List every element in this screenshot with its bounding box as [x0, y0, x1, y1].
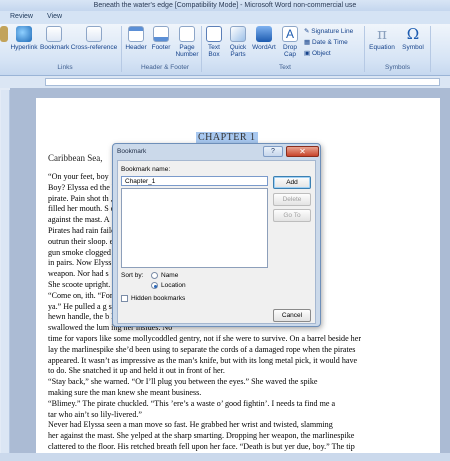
cross-reference-button[interactable]: Cross-reference: [69, 26, 119, 51]
header-footer-group-label: Header & Footer: [140, 64, 190, 71]
links-group-label: Links: [57, 64, 73, 71]
ribbon: Hyperlink Bookmark Cross-reference Links…: [0, 24, 450, 76]
go-to-button[interactable]: Go To: [273, 209, 311, 222]
wordart-icon: [256, 26, 272, 42]
window-title: Beneath the water's edge [Compatibility …: [0, 0, 450, 11]
bookmark-name-input[interactable]: Chapter_1: [121, 176, 268, 186]
omega-icon: Ω: [406, 25, 420, 43]
horizontal-ruler-bar: [0, 76, 450, 88]
vertical-ruler[interactable]: [1, 90, 10, 461]
text-line: her against the mast. She yelped at the …: [48, 431, 355, 441]
sort-by-label: Sort by:: [121, 272, 144, 279]
object-button[interactable]: ▣ Object: [304, 50, 362, 57]
group-divider: [430, 26, 431, 72]
date-time-button[interactable]: ▦ Date & Time: [304, 39, 362, 46]
pi-icon: π: [377, 25, 387, 43]
bookmark-list[interactable]: [121, 188, 268, 268]
cancel-button[interactable]: Cancel: [273, 309, 311, 322]
equation-button[interactable]: π Equation: [367, 26, 397, 51]
text-line: “Blimey.” The pirate chuckled. “This ’er…: [48, 398, 336, 408]
group-divider: [121, 26, 122, 72]
group-divider: [364, 26, 365, 72]
ribbon-tabs: Review View: [0, 11, 450, 24]
header-icon: [128, 26, 144, 42]
bookmark-button[interactable]: Bookmark: [40, 26, 69, 51]
sort-name-radio[interactable]: [151, 272, 158, 279]
bookmark-icon: [46, 26, 62, 42]
delete-button[interactable]: Delete: [273, 193, 311, 206]
sort-location-radio[interactable]: [151, 282, 158, 289]
hyperlink-button[interactable]: Hyperlink: [10, 26, 38, 51]
object-icon: ▣: [304, 50, 312, 57]
text-box-button[interactable]: Text Box: [204, 26, 224, 58]
tab-review[interactable]: Review: [10, 13, 33, 20]
cross-reference-icon: [86, 26, 102, 42]
tab-view[interactable]: View: [47, 13, 62, 20]
hyperlink-icon: [16, 26, 32, 42]
wordart-button[interactable]: WordArt: [251, 26, 277, 51]
add-button[interactable]: Add: [273, 176, 311, 189]
text-box-icon: [206, 26, 222, 42]
page-number-icon: [179, 26, 195, 42]
drop-cap-button[interactable]: A Drop Cap: [278, 26, 302, 58]
help-button[interactable]: ?: [263, 146, 283, 157]
ribbon-partial-button[interactable]: [0, 26, 10, 42]
quick-parts-button[interactable]: Quick Parts: [226, 26, 250, 58]
group-divider: [201, 26, 202, 72]
text-line: clattered to the floor. His retched brea…: [48, 442, 355, 451]
hidden-bookmarks-checkbox[interactable]: [121, 295, 128, 302]
hidden-bookmarks-label: Hidden bookmarks: [131, 295, 186, 302]
dialog-title: Bookmark: [117, 148, 147, 155]
text-line: Never had Elyssa seen a man move so fast…: [48, 420, 333, 430]
location-heading: Caribbean Sea,: [48, 153, 103, 163]
header-button[interactable]: Header: [124, 26, 148, 51]
quick-parts-icon: [230, 26, 246, 42]
symbol-button[interactable]: Ω Symbol: [399, 26, 427, 51]
footer-button[interactable]: Footer: [149, 26, 173, 51]
text-line: lay the marlinespike she’d been using to…: [48, 344, 356, 354]
bookmark-name-label: Bookmark name:: [121, 166, 171, 173]
signature-line-button[interactable]: ✎ Signature Line: [304, 28, 362, 35]
bookmark-dialog: Bookmark ? ✕ Bookmark name: Chapter_1 Ad…: [112, 143, 321, 327]
text-line: time for vapors like some mollycoddled g…: [48, 334, 362, 343]
horizontal-ruler[interactable]: [45, 78, 440, 86]
drop-cap-icon: A: [282, 26, 298, 42]
text-line: tar who ain’t so lily-livered.”: [48, 409, 143, 419]
dialog-body: Bookmark name: Chapter_1 Add Delete Go T…: [117, 160, 316, 324]
chapter-title: CHAPTER 1: [196, 132, 258, 143]
footer-icon: [153, 26, 169, 42]
text-line: to do. She snatched it up and held it ou…: [48, 366, 225, 376]
sort-location-label: Location: [161, 282, 186, 289]
text-line: appeared. It wasn’t as impressive as the…: [48, 355, 358, 365]
close-button[interactable]: ✕: [286, 146, 319, 157]
text-line: making sure the man knew she meant busin…: [48, 388, 202, 397]
calendar-icon: ▦: [304, 39, 312, 46]
text-group-label: Text: [279, 64, 291, 71]
page-number-button[interactable]: Page Number: [174, 26, 200, 58]
symbols-group-label: Symbols: [385, 64, 410, 71]
text-line: “Stay back,” she warned. “Or I’ll plug y…: [48, 377, 318, 387]
status-bar: [0, 453, 450, 461]
sort-name-label: Name: [161, 272, 179, 279]
